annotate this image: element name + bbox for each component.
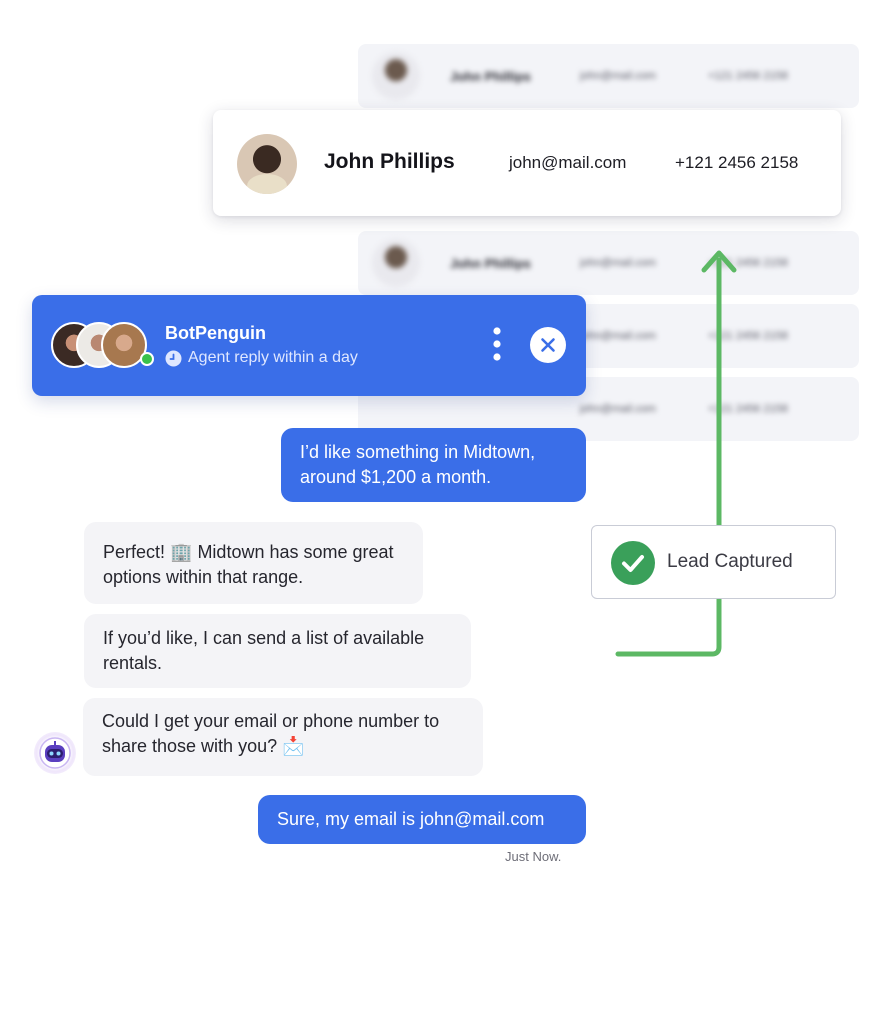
contact-phone: +121 2456 2158 xyxy=(675,153,799,172)
bot-message-bubble: Perfect! 🏢 Midtown has some great option… xyxy=(84,522,423,604)
contact-avatar xyxy=(372,52,420,100)
message-timestamp: Just Now. xyxy=(505,849,562,864)
contact-email: john@mail.com xyxy=(580,70,656,82)
user-message-bubble: I’d like something in Midtown, around $1… xyxy=(281,428,586,502)
contact-avatar xyxy=(237,134,297,194)
chat-header: BotPenguin Agent reply within a day xyxy=(32,295,586,396)
contact-email: john@mail.com xyxy=(509,153,627,172)
clock-icon xyxy=(165,350,182,367)
bot-name: BotPenguin xyxy=(165,323,266,343)
lead-captured-badge: Lead Captured xyxy=(591,525,836,599)
contact-row-blurred: John Phillips john@mail.com +121 2456 21… xyxy=(358,44,859,108)
contact-name: John Phillips xyxy=(450,255,531,271)
user-message-bubble: Sure, my email is john@mail.com xyxy=(258,795,586,844)
bot-message-bubble: Could I get your email or phone number t… xyxy=(83,698,483,776)
contact-phone: +121 2456 2158 xyxy=(708,70,788,82)
check-circle-icon xyxy=(611,541,655,585)
contact-name: John Phillips xyxy=(324,150,455,173)
bot-message-bubble: If you’d like, I can send a list of avai… xyxy=(84,614,471,688)
online-status-indicator xyxy=(140,352,154,366)
close-icon xyxy=(541,338,555,352)
reply-time-text: Agent reply within a day xyxy=(188,349,358,366)
more-vertical-icon[interactable] xyxy=(490,325,504,365)
contact-name: John Phillips xyxy=(450,68,531,84)
lead-captured-label: Lead Captured xyxy=(667,551,793,572)
contact-avatar xyxy=(372,239,420,287)
bot-avatar-icon xyxy=(34,732,76,774)
contact-card-highlighted[interactable]: John Phillips john@mail.com +121 2456 21… xyxy=(213,110,841,216)
close-chat-button[interactable] xyxy=(530,327,566,363)
